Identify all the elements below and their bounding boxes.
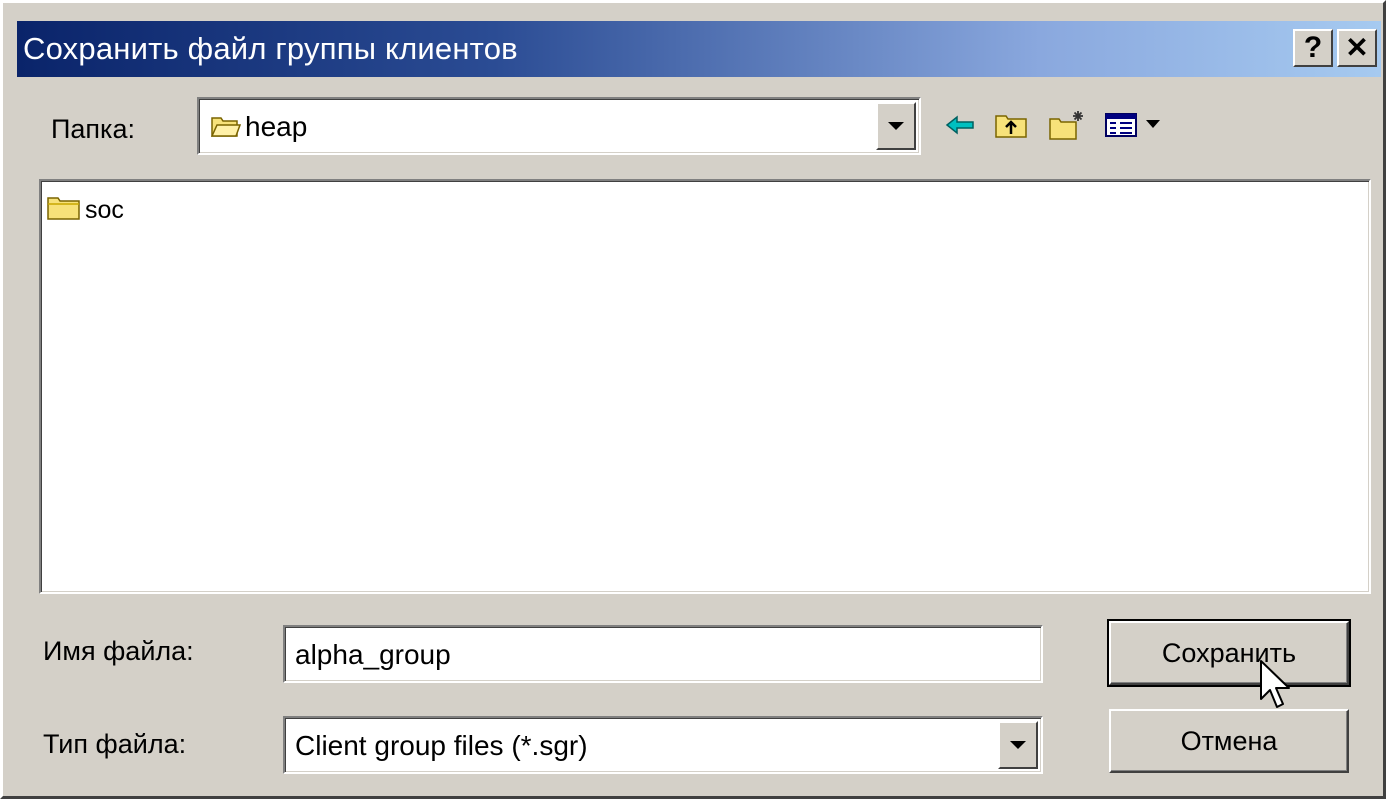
- folder-icon: [47, 195, 81, 226]
- up-folder-icon[interactable]: [993, 107, 1029, 143]
- save-dialog: Сохранить файл группы клиентов ? ✕ Папка…: [0, 0, 1386, 799]
- chevron-down-icon: [1010, 741, 1026, 749]
- new-folder-icon[interactable]: [1047, 107, 1087, 143]
- folder-value: heap: [245, 111, 308, 142]
- filetype-dropdown[interactable]: Client group files (*.sgr): [283, 716, 1043, 774]
- list-item-label: soc: [85, 196, 124, 224]
- title-bar[interactable]: Сохранить файл группы клиентов ? ✕: [17, 21, 1381, 77]
- file-list[interactable]: soc: [39, 179, 1371, 594]
- help-button[interactable]: ?: [1293, 29, 1333, 67]
- help-icon: ?: [1303, 31, 1323, 64]
- cancel-button[interactable]: Отмена: [1109, 709, 1349, 773]
- filetype-dropdown-arrow[interactable]: [998, 721, 1038, 769]
- save-button[interactable]: Сохранить: [1107, 619, 1351, 687]
- filetype-value: Client group files (*.sgr): [295, 730, 588, 761]
- mouse-pointer-icon: [1259, 659, 1293, 718]
- open-folder-icon: [210, 114, 242, 143]
- close-icon: ✕: [1345, 32, 1369, 63]
- folder-dropdown[interactable]: heap: [197, 97, 921, 155]
- window-title: Сохранить файл группы клиентов: [23, 31, 518, 66]
- filename-input[interactable]: alpha_group: [283, 625, 1043, 683]
- back-icon[interactable]: [943, 107, 977, 143]
- folder-label: Папка:: [51, 114, 135, 144]
- view-menu-icon[interactable]: [1103, 107, 1175, 143]
- close-button[interactable]: ✕: [1337, 29, 1377, 67]
- cancel-button-label: Отмена: [1180, 725, 1278, 756]
- folder-dropdown-arrow[interactable]: [876, 102, 916, 150]
- filetype-label: Тип файла:: [43, 729, 187, 759]
- list-item[interactable]: soc: [47, 195, 124, 226]
- chevron-down-icon: [888, 122, 904, 130]
- filename-value: alpha_group: [295, 639, 451, 670]
- filename-label: Имя файла:: [43, 636, 194, 666]
